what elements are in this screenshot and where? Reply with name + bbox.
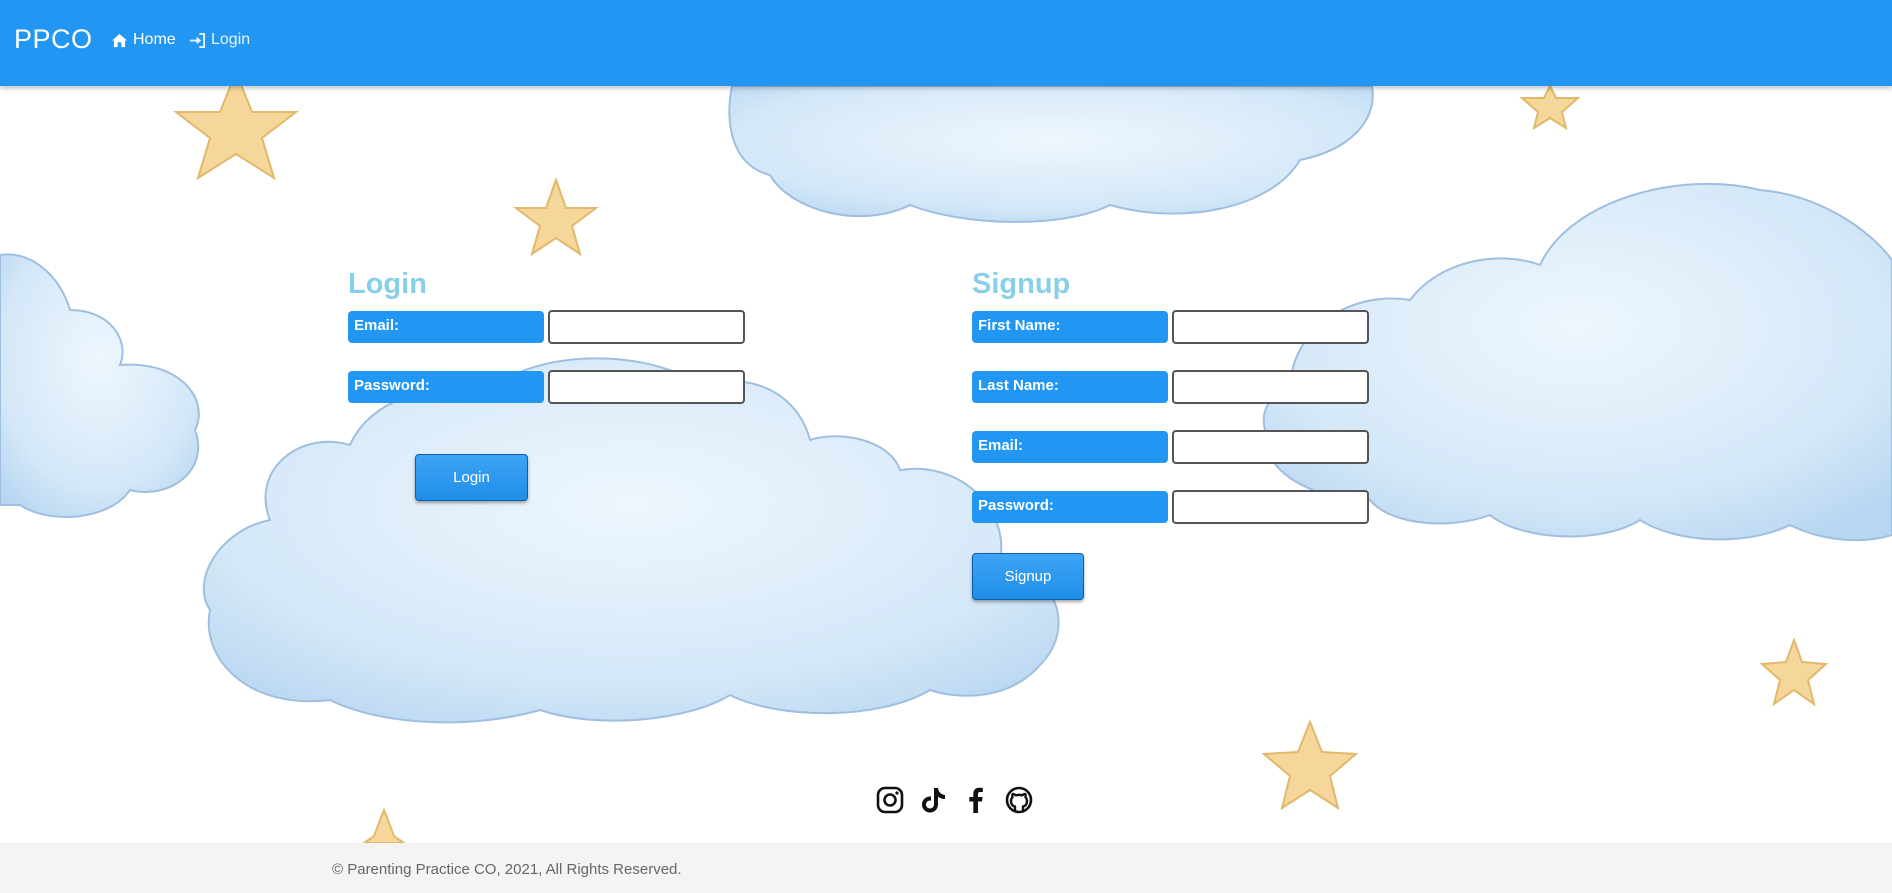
signup-password-row: Password: xyxy=(972,490,1372,524)
github-icon[interactable] xyxy=(1004,785,1034,815)
signup-first-name-input[interactable] xyxy=(1172,310,1369,344)
cloud-center xyxy=(202,357,1060,724)
login-email-input[interactable] xyxy=(548,310,745,344)
signup-email-input[interactable] xyxy=(1172,430,1369,464)
login-title: Login xyxy=(348,268,427,300)
signup-email-label: Email: xyxy=(972,431,1168,463)
nav-login-link[interactable]: Login xyxy=(189,31,250,49)
sign-in-icon xyxy=(190,32,205,48)
facebook-icon[interactable] xyxy=(961,785,991,815)
login-button[interactable]: Login xyxy=(415,454,528,501)
tiktok-icon[interactable] xyxy=(918,785,948,815)
signup-first-name-label: First Name: xyxy=(972,311,1168,343)
signup-last-name-row: Last Name: xyxy=(972,370,1372,404)
cloud-left xyxy=(0,253,200,518)
signup-last-name-label: Last Name: xyxy=(972,371,1168,403)
signup-title: Signup xyxy=(972,268,1071,300)
login-email-label: Email: xyxy=(348,311,544,343)
signup-button[interactable]: Signup xyxy=(972,553,1084,600)
login-email-row: Email: xyxy=(348,310,748,344)
cloud-top xyxy=(728,85,1374,223)
nav-home-link[interactable]: Home xyxy=(111,31,176,49)
signup-first-name-row: First Name: xyxy=(972,310,1372,344)
instagram-icon[interactable] xyxy=(875,785,905,815)
background-scene xyxy=(0,69,1892,844)
signup-last-name-input[interactable] xyxy=(1172,370,1369,404)
login-password-input[interactable] xyxy=(548,370,745,404)
cloud-right xyxy=(1262,182,1892,542)
login-password-label: Password: xyxy=(348,371,544,403)
signup-email-row: Email: xyxy=(972,430,1372,464)
social-links xyxy=(875,785,1034,815)
login-password-row: Password: xyxy=(348,370,748,404)
nav-home-label: Home xyxy=(133,31,176,48)
footer: © Parenting Practice CO, 2021, All Right… xyxy=(0,843,1892,893)
footer-copyright: © Parenting Practice CO, 2021, All Right… xyxy=(332,861,682,878)
signup-password-input[interactable] xyxy=(1172,490,1369,524)
navbar: PPCO Home Login xyxy=(0,0,1892,86)
brand-logo[interactable]: PPCO xyxy=(14,24,93,55)
nav-login-label: Login xyxy=(211,31,251,48)
signup-form: Signup First Name: Last Name: Email: Pas… xyxy=(972,264,1369,600)
signup-password-label: Password: xyxy=(972,491,1168,523)
home-icon xyxy=(112,33,127,47)
login-form: Login Email: Password: Login xyxy=(348,264,745,501)
